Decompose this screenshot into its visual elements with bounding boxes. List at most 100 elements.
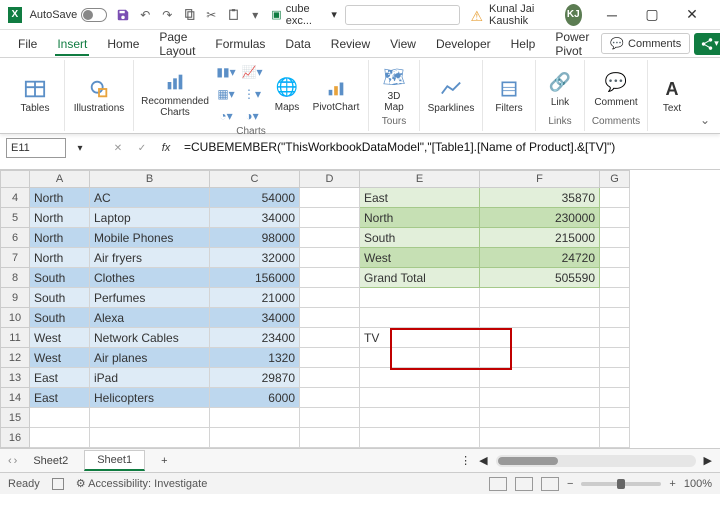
row-header[interactable]: 5 [0,208,30,228]
close-button[interactable]: ✕ [672,1,712,29]
cell[interactable]: Perfumes [90,288,210,308]
pie-chart-icon[interactable]: ◔▾ [214,106,238,126]
cell[interactable] [360,388,480,408]
cell[interactable] [600,348,630,368]
illustrations-button[interactable]: Illustrations [71,77,127,114]
row-header[interactable]: 6 [0,228,30,248]
cell[interactable] [90,428,210,448]
tab-page-layout[interactable]: Page Layout [151,26,203,62]
tab-file[interactable]: File [10,33,45,55]
cell[interactable]: Laptop [90,208,210,228]
redo-icon[interactable]: ↷ [159,7,175,23]
hscroll-right-icon[interactable]: ▶ [704,454,712,467]
cell[interactable] [600,188,630,208]
cell[interactable] [480,308,600,328]
cell[interactable]: North [30,188,90,208]
cell[interactable]: 32000 [210,248,300,268]
sheet-nav-next-icon[interactable]: › [14,455,18,467]
cell[interactable] [360,348,480,368]
row-header[interactable]: 13 [0,368,30,388]
name-box[interactable]: E11 [6,138,66,158]
row-header[interactable]: 11 [0,328,30,348]
tab-developer[interactable]: Developer [428,33,499,55]
zoom-out-button[interactable]: − [567,478,573,490]
zoom-label[interactable]: 100% [684,478,712,490]
row-header[interactable]: 15 [0,408,30,428]
cell[interactable]: 21000 [210,288,300,308]
cell[interactable] [600,428,630,448]
cell[interactable]: South [30,308,90,328]
cell[interactable] [300,328,360,348]
cell[interactable] [30,428,90,448]
macro-record-icon[interactable] [52,478,64,490]
tab-insert[interactable]: Insert [49,33,95,55]
select-all-corner[interactable] [0,170,30,188]
tab-formulas[interactable]: Formulas [207,33,273,55]
horizontal-scrollbar[interactable] [496,455,696,467]
cell[interactable] [210,428,300,448]
sheet-nav-prev-icon[interactable]: ‹ [8,455,12,467]
hierarchy-chart-icon[interactable]: ▦▾ [214,84,238,104]
cell[interactable]: Mobile Phones [90,228,210,248]
tab-view[interactable]: View [382,33,424,55]
cell[interactable] [300,408,360,428]
cell[interactable]: 34000 [210,208,300,228]
row-header[interactable]: 16 [0,428,30,448]
tab-scroll-options-icon[interactable]: ⋮ [460,454,471,467]
cell[interactable]: East [30,388,90,408]
cell[interactable]: 230000 [480,208,600,228]
share-button[interactable]: ▾ [694,33,720,55]
collapse-ribbon-icon[interactable]: ⌄ [696,60,714,131]
cell[interactable]: Air planes [90,348,210,368]
tab-review[interactable]: Review [323,33,378,55]
cell[interactable] [30,408,90,428]
cell[interactable] [600,328,630,348]
search-box[interactable] [345,5,461,25]
cell[interactable]: North [30,248,90,268]
formula-bar[interactable]: =CUBEMEMBER("ThisWorkbookDataModel","[Ta… [180,138,714,158]
new-sheet-button[interactable]: + [149,452,179,470]
cell[interactable]: West [30,328,90,348]
cell[interactable]: South [360,228,480,248]
cell[interactable]: 6000 [210,388,300,408]
accessibility-status[interactable]: ⚙ Accessibility: Investigate [76,477,208,490]
hscroll-left-icon[interactable]: ◀ [479,454,487,467]
zoom-slider[interactable] [581,482,661,486]
tab-data[interactable]: Data [277,33,318,55]
cell[interactable] [300,308,360,328]
link-button[interactable]: 🔗 Link [542,71,578,108]
cell[interactable] [600,248,630,268]
cell[interactable]: North [30,208,90,228]
cell[interactable] [480,388,600,408]
cell[interactable]: South [30,288,90,308]
comments-button[interactable]: 💬 Comments [601,33,690,54]
sheet-tab-sheet2[interactable]: Sheet2 [21,452,80,470]
line-chart-icon[interactable]: 📈▾ [240,62,264,82]
column-chart-icon[interactable]: ▮▮▾ [214,62,238,82]
cell[interactable] [300,348,360,368]
cell[interactable]: 54000 [210,188,300,208]
cell[interactable]: West [30,348,90,368]
3d-map-button[interactable]: 🗺 3D Map [375,65,413,113]
cell[interactable] [210,408,300,428]
cell[interactable] [600,288,630,308]
row-header[interactable]: 14 [0,388,30,408]
col-header-C[interactable]: C [210,170,300,188]
cell[interactable] [600,368,630,388]
zoom-in-button[interactable]: + [669,478,675,490]
tables-button[interactable]: Tables [12,77,58,114]
cell[interactable] [300,428,360,448]
cell[interactable] [360,408,480,428]
cell[interactable] [480,348,600,368]
sheet-tab-sheet1[interactable]: Sheet1 [84,450,145,471]
row-header[interactable]: 7 [0,248,30,268]
cell[interactable] [360,308,480,328]
page-break-view-button[interactable] [541,477,559,491]
chevron-down-icon[interactable]: ▾ [331,8,337,21]
fx-icon[interactable]: fx [156,138,176,158]
cell[interactable] [90,408,210,428]
cell[interactable]: 98000 [210,228,300,248]
cell[interactable] [480,328,600,348]
maximize-button[interactable]: ▢ [632,1,672,29]
row-header[interactable]: 4 [0,188,30,208]
